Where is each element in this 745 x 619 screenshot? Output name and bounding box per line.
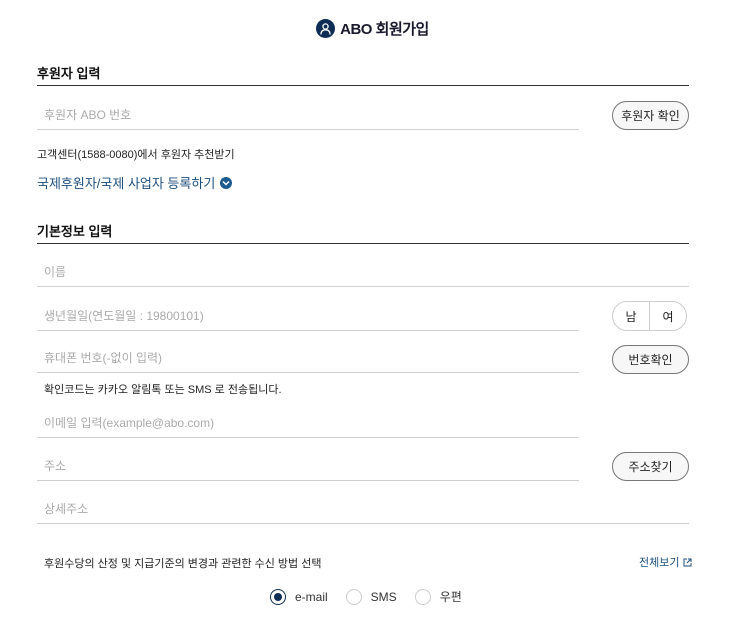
radio-button[interactable] xyxy=(345,588,362,605)
sponsor-number-field[interactable] xyxy=(37,100,579,130)
gender-female-option[interactable]: 여 xyxy=(650,302,686,330)
radio-option-post[interactable]: 우편 xyxy=(414,588,462,605)
sponsor-number-input[interactable] xyxy=(37,100,579,129)
radio-button-checked[interactable] xyxy=(270,588,286,605)
phone-notice-text: 확인코드는 카카오 알림톡 또는 SMS 로 전송됩니다. xyxy=(44,384,282,396)
radio-label: e-mail xyxy=(295,589,328,604)
name-input[interactable] xyxy=(37,257,689,286)
international-sponsor-link-label: 국제후원자/국제 사업자 등록하기 xyxy=(37,176,216,191)
page-header: ABO 회원가입 xyxy=(0,18,745,39)
name-field[interactable] xyxy=(37,257,689,287)
email-input[interactable] xyxy=(37,408,579,437)
basic-info-section-title: 기본정보 입력 xyxy=(37,224,113,239)
page-title: ABO 회원가입 xyxy=(340,21,429,38)
user-icon xyxy=(316,19,336,38)
birth-field[interactable] xyxy=(37,301,579,331)
address-detail-field[interactable] xyxy=(37,494,689,524)
radio-button[interactable] xyxy=(414,588,431,605)
phone-input[interactable] xyxy=(37,343,579,372)
radio-label: SMS xyxy=(370,589,397,604)
gender-male-option[interactable]: 남 xyxy=(613,302,649,330)
address-search-button[interactable]: 주소찾기 xyxy=(612,452,689,481)
birth-input[interactable] xyxy=(37,301,579,330)
section-divider xyxy=(37,85,689,86)
view-all-link[interactable]: 전체보기 xyxy=(639,554,692,570)
call-center-text: 고객센터(1588-0080)에서 후원자 추천받기 xyxy=(37,149,235,161)
phone-verify-button[interactable]: 번호확인 xyxy=(612,345,689,374)
section-divider xyxy=(37,243,689,244)
chevron-down-icon xyxy=(220,176,233,189)
radio-option-email[interactable]: e-mail xyxy=(270,588,328,605)
external-link-icon xyxy=(683,558,692,567)
email-field[interactable] xyxy=(37,408,579,438)
notification-method-label: 후원수당의 산정 및 지급기준의 변경과 관련한 수신 방법 선택 xyxy=(44,558,322,570)
notification-radio-group: e-mail SMS 우편 xyxy=(270,588,480,605)
address-field[interactable] xyxy=(37,451,579,481)
address-detail-input[interactable] xyxy=(37,494,689,523)
radio-label: 우편 xyxy=(439,590,462,604)
phone-field[interactable] xyxy=(37,343,579,373)
view-all-label: 전체보기 xyxy=(639,557,680,569)
international-sponsor-link[interactable]: 국제후원자/국제 사업자 등록하기 xyxy=(37,173,233,192)
radio-option-sms[interactable]: SMS xyxy=(345,588,397,605)
sponsor-confirm-button[interactable]: 후원자 확인 xyxy=(612,101,689,130)
address-input[interactable] xyxy=(37,451,579,480)
sponsor-section-title: 후원자 입력 xyxy=(37,66,101,81)
gender-toggle[interactable]: 남 여 xyxy=(612,301,687,331)
